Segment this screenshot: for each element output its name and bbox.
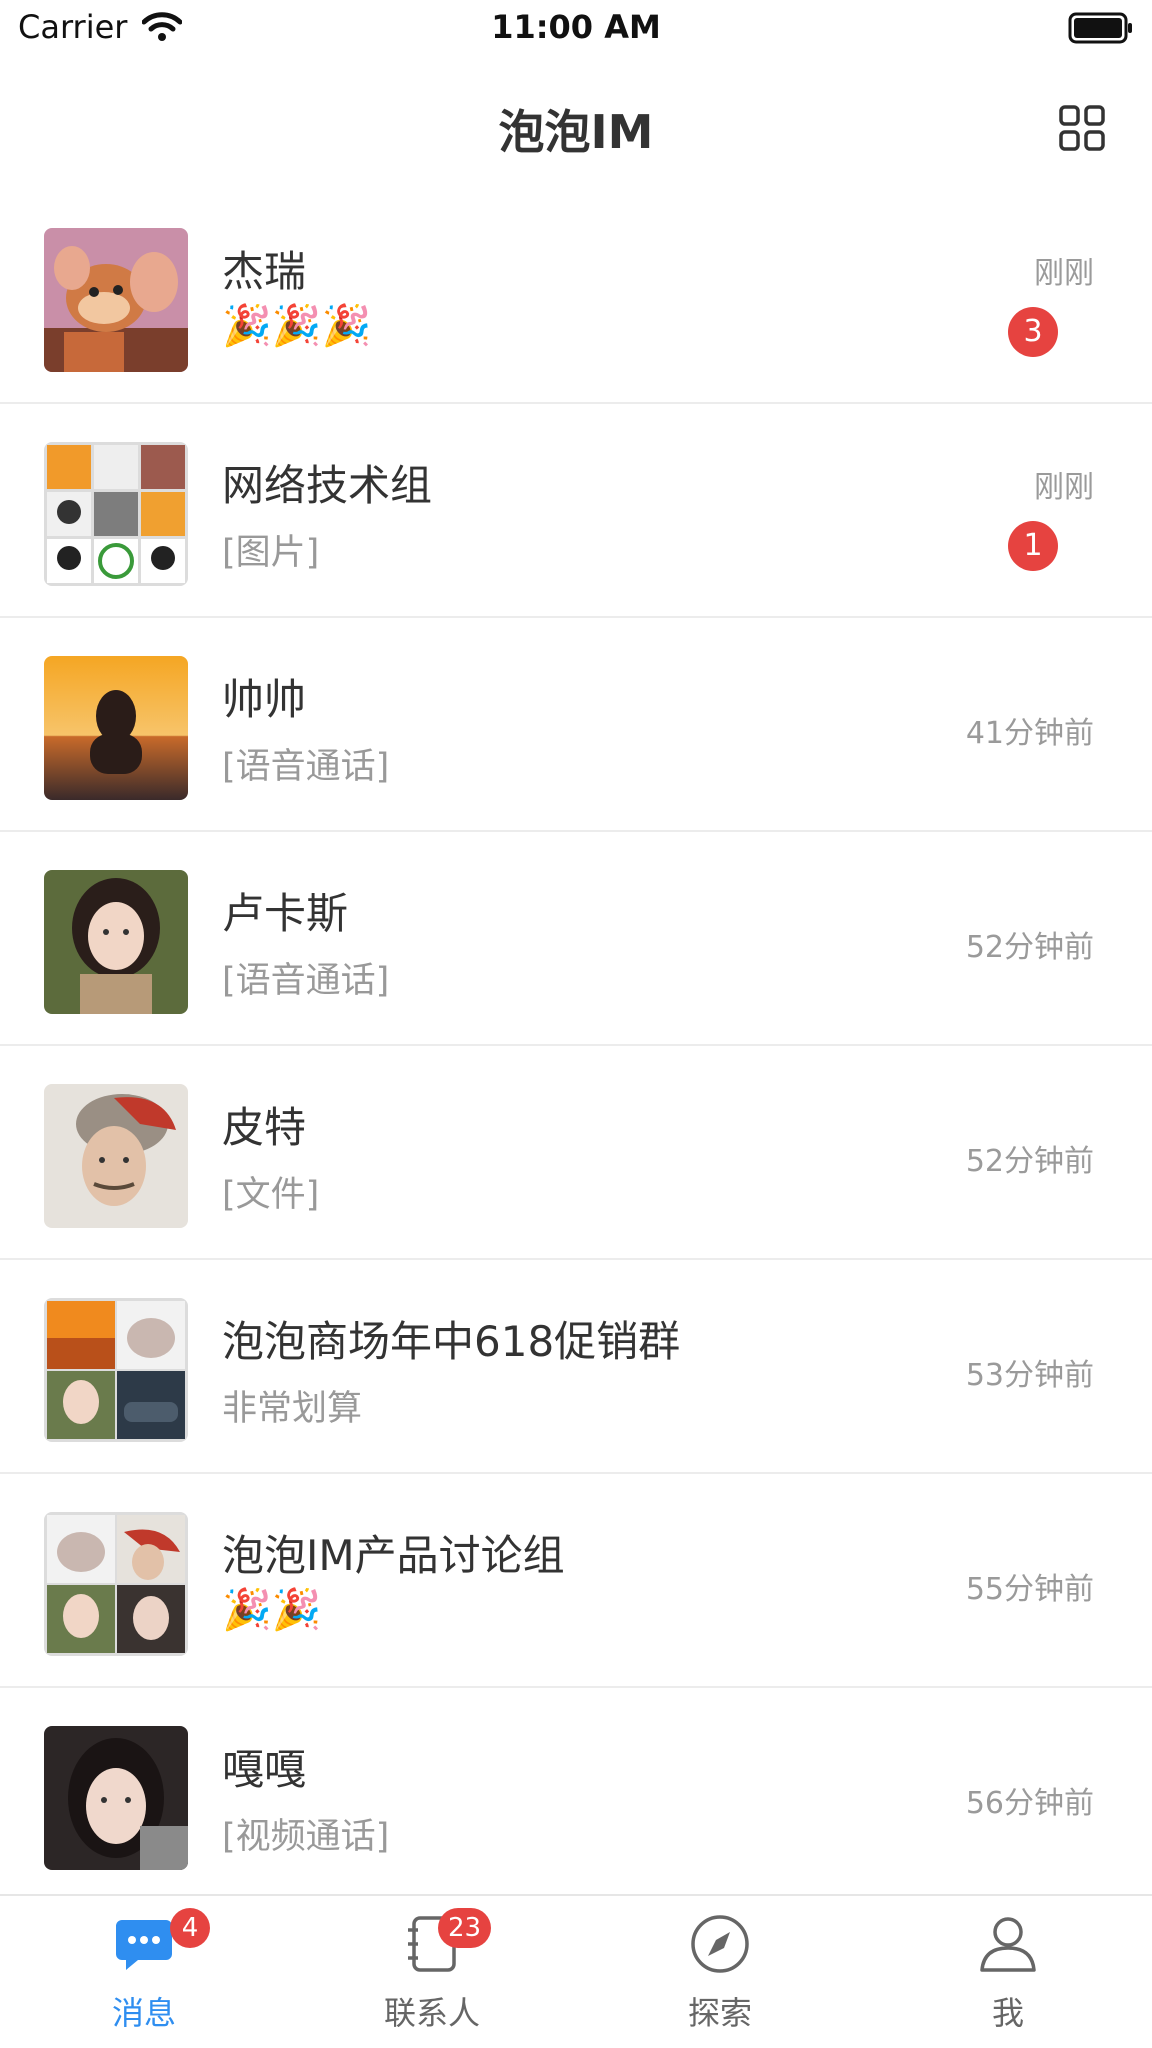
messages-screen: Carrier 11:00 AM 泡泡IM 杰瑞 🎉🎉🎉 刚刚 3 网络技术组 … — [0, 0, 1152, 2048]
tab-label: 探索 — [687, 1994, 752, 2032]
conversation-time: 刚刚 — [1034, 256, 1094, 291]
status-time: 11:00 AM — [491, 8, 661, 46]
grid-menu-icon[interactable] — [1058, 104, 1106, 152]
avatar — [44, 656, 188, 800]
conversation-name: 网络技术组 — [222, 461, 433, 510]
conversation-preview: [视频通话] — [222, 1817, 390, 1857]
conversation-row[interactable]: 杰瑞 🎉🎉🎉 刚刚 3 — [0, 190, 1152, 404]
tab-me[interactable]: 我 — [864, 1896, 1152, 2048]
group-avatar — [44, 1298, 188, 1442]
unread-badge: 3 — [1008, 307, 1058, 357]
avatar — [44, 870, 188, 1014]
conversation-preview: 🎉🎉 — [222, 1587, 322, 1633]
conversation-name: 泡泡IM产品讨论组 — [222, 1531, 565, 1580]
conversation-name: 帅帅 — [222, 675, 307, 724]
avatar — [44, 1726, 188, 1870]
conversation-time: 52分钟前 — [965, 1144, 1094, 1179]
conversation-row[interactable]: 嘎嘎 [视频通话] 56分钟前 — [0, 1688, 1152, 1902]
conversation-name: 泡泡商场年中618促销群 — [222, 1317, 681, 1366]
person-icon — [978, 1914, 1038, 1974]
tab-bar: 4 消息 23 联系人 探索 我 — [0, 1894, 1152, 2048]
conversation-time: 55分钟前 — [965, 1572, 1094, 1607]
conversation-row[interactable]: 网络技术组 [图片] 刚刚 1 — [0, 404, 1152, 618]
compass-icon — [690, 1914, 750, 1974]
battery-icon — [1068, 12, 1134, 48]
conversation-row[interactable]: 泡泡IM产品讨论组 🎉🎉 55分钟前 — [0, 1474, 1152, 1688]
conversation-preview: [文件] — [222, 1175, 320, 1215]
tab-badge: 23 — [438, 1908, 492, 1948]
conversation-row[interactable]: 泡泡商场年中618促销群 非常划算 53分钟前 — [0, 1260, 1152, 1474]
conversation-time: 52分钟前 — [965, 930, 1094, 965]
tab-messages[interactable]: 4 消息 — [0, 1896, 288, 2048]
conversation-row[interactable]: 卢卡斯 [语音通话] 52分钟前 — [0, 832, 1152, 1046]
conversation-name: 杰瑞 — [222, 247, 307, 296]
conversation-time: 53分钟前 — [965, 1358, 1094, 1393]
conversation-preview: 非常划算 — [222, 1389, 363, 1429]
group-avatar — [44, 442, 188, 586]
conversation-name: 卢卡斯 — [222, 889, 349, 938]
conversation-row[interactable]: 帅帅 [语音通话] 41分钟前 — [0, 618, 1152, 832]
page-title: 泡泡IM — [498, 105, 654, 159]
conversation-list: 杰瑞 🎉🎉🎉 刚刚 3 网络技术组 [图片] 刚刚 1 帅帅 [语音通话] 41… — [0, 190, 1152, 1902]
group-avatar — [44, 1512, 188, 1656]
avatar — [44, 228, 188, 372]
tab-label: 消息 — [111, 1994, 176, 2032]
tab-contacts[interactable]: 23 联系人 — [288, 1896, 576, 2048]
chat-bubble-icon — [114, 1914, 174, 1974]
conversation-time: 56分钟前 — [965, 1786, 1094, 1821]
conversation-row[interactable]: 皮特 [文件] 52分钟前 — [0, 1046, 1152, 1260]
conversation-preview: [语音通话] — [222, 747, 390, 787]
tab-label: 我 — [991, 1994, 1024, 2032]
conversation-time: 41分钟前 — [965, 716, 1094, 751]
status-bar: Carrier 11:00 AM — [0, 0, 1152, 60]
conversation-time: 刚刚 — [1034, 470, 1094, 505]
conversation-name: 嘎嘎 — [222, 1745, 307, 1794]
tab-label: 联系人 — [383, 1994, 480, 2032]
conversation-preview: [图片] — [222, 533, 320, 573]
unread-badge: 1 — [1008, 521, 1058, 571]
conversation-preview: [语音通话] — [222, 961, 390, 1001]
tab-explore[interactable]: 探索 — [576, 1896, 864, 2048]
conversation-preview: 🎉🎉🎉 — [222, 303, 372, 349]
navigation-bar: 泡泡IM — [0, 60, 1152, 190]
avatar — [44, 1084, 188, 1228]
tab-badge: 4 — [170, 1908, 210, 1948]
conversation-name: 皮特 — [222, 1103, 307, 1152]
